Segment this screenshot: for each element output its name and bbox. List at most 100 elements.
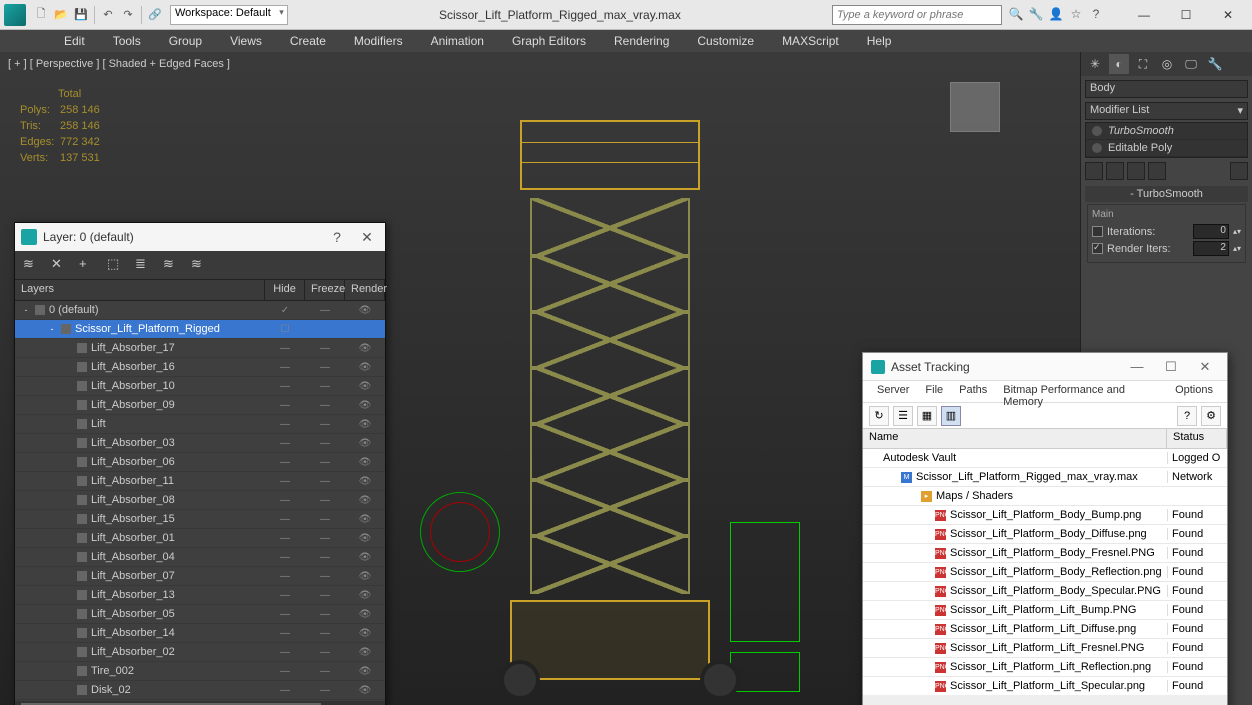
asset-row[interactable]: PNGScissor_Lift_Platform_Lift_Fresnel.PN… (863, 639, 1227, 658)
app-icon[interactable] (4, 4, 26, 26)
asset-row[interactable]: PNGScissor_Lift_Platform_Body_Bump.pngFo… (863, 506, 1227, 525)
column-layers[interactable]: Layers (15, 280, 265, 300)
freeze-unfreeze-icon[interactable]: ≋ (191, 256, 209, 274)
layer-row[interactable]: Lift_Absorber_08——👁 (15, 491, 385, 510)
column-name[interactable]: Name (863, 429, 1167, 448)
menu-help[interactable]: Help (853, 31, 906, 51)
close-button[interactable]: ✕ (355, 229, 379, 246)
save-icon[interactable]: 💾 (72, 6, 90, 24)
asset-row[interactable]: Autodesk VaultLogged O (863, 449, 1227, 468)
layer-row[interactable]: Lift_Absorber_02——👁 (15, 643, 385, 662)
menu-options[interactable]: Options (1167, 381, 1221, 402)
favorite-icon[interactable]: ☆ (1068, 7, 1084, 23)
refresh-icon[interactable]: ↻ (869, 406, 889, 426)
menu-tools[interactable]: Tools (99, 31, 155, 51)
list-view-icon[interactable]: ☰ (893, 406, 913, 426)
asset-row[interactable]: PNGScissor_Lift_Platform_Lift_Bump.PNGFo… (863, 601, 1227, 620)
iterations-spinner[interactable]: 0 (1193, 224, 1229, 239)
display-tab-icon[interactable]: 🖵 (1181, 54, 1201, 74)
modifier-list-dropdown[interactable]: Modifier List▾ (1085, 102, 1248, 120)
workspace-dropdown[interactable]: Workspace: Default (170, 5, 288, 25)
menu-server[interactable]: Server (869, 381, 917, 402)
menu-maxscript[interactable]: MAXScript (768, 31, 853, 51)
highlight-select-icon[interactable]: ≣ (135, 256, 153, 274)
open-icon[interactable]: 📂 (52, 6, 70, 24)
layer-row[interactable]: Lift_Absorber_11——👁 (15, 472, 385, 491)
redo-icon[interactable]: ↷ (119, 6, 137, 24)
layer-row[interactable]: Lift_Absorber_05——👁 (15, 605, 385, 624)
dialog-titlebar[interactable]: Layer: 0 (default) ? ✕ (15, 223, 385, 251)
asset-row[interactable]: PNGScissor_Lift_Platform_Body_Diffuse.pn… (863, 525, 1227, 544)
layer-row[interactable]: Lift_Absorber_17——👁 (15, 339, 385, 358)
menu-rendering[interactable]: Rendering (600, 31, 683, 51)
layer-row[interactable]: Lift_Absorber_13——👁 (15, 586, 385, 605)
undo-icon[interactable]: ↶ (99, 6, 117, 24)
remove-modifier-icon[interactable] (1148, 162, 1166, 180)
menu-modifiers[interactable]: Modifiers (340, 31, 417, 51)
menu-bitmap-performance-and-memory[interactable]: Bitmap Performance and Memory (995, 381, 1167, 402)
help-button[interactable]: ? (325, 229, 349, 245)
layer-row[interactable]: Lift_Absorber_03——👁 (15, 434, 385, 453)
utilities-tab-icon[interactable]: 🔧 (1205, 54, 1225, 74)
layer-row[interactable]: Lift_Absorber_04——👁 (15, 548, 385, 567)
iterations-checkbox[interactable] (1092, 226, 1103, 237)
layer-row[interactable]: Lift_Absorber_06——👁 (15, 453, 385, 472)
layer-row[interactable]: Lift_Absorber_14——👁 (15, 624, 385, 643)
menu-views[interactable]: Views (216, 31, 276, 51)
layer-row[interactable]: -0 (default)✓—👁 (15, 301, 385, 320)
modifier-stack-item[interactable]: TurboSmooth (1086, 123, 1247, 140)
menu-animation[interactable]: Animation (417, 31, 498, 51)
asset-row[interactable]: PNGScissor_Lift_Platform_Lift_Reflection… (863, 658, 1227, 677)
menu-create[interactable]: Create (276, 31, 340, 51)
wrench-icon[interactable]: 🔧 (1028, 7, 1044, 23)
layer-row[interactable]: Lift_Absorber_15——👁 (15, 510, 385, 529)
maximize-button[interactable]: ☐ (1166, 3, 1206, 27)
asset-row[interactable]: PNGScissor_Lift_Platform_Body_Specular.P… (863, 582, 1227, 601)
column-status[interactable]: Status (1167, 429, 1227, 448)
horizontal-scrollbar[interactable] (15, 701, 385, 705)
search-icon[interactable]: 🔍 (1008, 7, 1024, 23)
add-to-layer-icon[interactable]: + (79, 256, 97, 274)
render-iters-spinner[interactable]: 2 (1193, 241, 1229, 256)
show-result-icon[interactable] (1106, 162, 1124, 180)
search-input[interactable] (832, 5, 1002, 25)
layer-row[interactable]: Lift_Absorber_10——👁 (15, 377, 385, 396)
asset-row[interactable]: PNGScissor_Lift_Platform_Lift_Diffuse.pn… (863, 620, 1227, 639)
asset-row[interactable]: PNGScissor_Lift_Platform_Body_Reflection… (863, 563, 1227, 582)
rollout-header[interactable]: - TurboSmooth (1085, 186, 1248, 202)
column-freeze[interactable]: Freeze (305, 280, 345, 300)
layer-row[interactable]: Tire_002——👁 (15, 662, 385, 681)
menu-paths[interactable]: Paths (951, 381, 995, 402)
layer-row[interactable]: Lift_Absorber_16——👁 (15, 358, 385, 377)
table-view-icon[interactable]: ▦ (917, 406, 937, 426)
configure-sets-icon[interactable] (1230, 162, 1248, 180)
select-highlight-icon[interactable]: ⬚ (107, 256, 125, 274)
new-layer-icon[interactable]: ≋ (23, 256, 41, 274)
hide-unhide-icon[interactable]: ≋ (163, 256, 181, 274)
menu-graph-editors[interactable]: Graph Editors (498, 31, 600, 51)
asset-row[interactable]: PNGScissor_Lift_Platform_Body_Fresnel.PN… (863, 544, 1227, 563)
pin-stack-icon[interactable] (1085, 162, 1103, 180)
asset-tree[interactable]: Autodesk VaultLogged OMScissor_Lift_Plat… (863, 449, 1227, 695)
menu-edit[interactable]: Edit (50, 31, 99, 51)
layer-row[interactable]: Disk_02——👁 (15, 681, 385, 700)
layer-tree[interactable]: -0 (default)✓—👁-Scissor_Lift_Platform_Ri… (15, 301, 385, 701)
options-icon[interactable]: ⚙ (1201, 406, 1221, 426)
menu-file[interactable]: File (917, 381, 951, 402)
close-button[interactable]: ✕ (1208, 3, 1248, 27)
layer-row[interactable]: Lift_Absorber_09——👁 (15, 396, 385, 415)
dialog-titlebar[interactable]: Asset Tracking — ☐ ✕ (863, 353, 1227, 381)
viewcube[interactable] (950, 82, 1000, 132)
link-icon[interactable]: 🔗 (146, 6, 164, 24)
menu-customize[interactable]: Customize (683, 31, 768, 51)
new-icon[interactable]: 🗋 (32, 6, 50, 24)
create-tab-icon[interactable]: ✳ (1085, 54, 1105, 74)
maximize-button[interactable]: ☐ (1157, 359, 1185, 375)
menu-group[interactable]: Group (155, 31, 216, 51)
signin-icon[interactable]: 👤 (1048, 7, 1064, 23)
render-iters-checkbox[interactable] (1092, 243, 1103, 254)
column-render[interactable]: Render (345, 280, 385, 300)
modifier-stack[interactable]: TurboSmoothEditable Poly (1085, 122, 1248, 158)
layer-row[interactable]: -Scissor_Lift_Platform_Rigged☐ (15, 320, 385, 339)
asset-row[interactable]: MScissor_Lift_Platform_Rigged_max_vray.m… (863, 468, 1227, 487)
